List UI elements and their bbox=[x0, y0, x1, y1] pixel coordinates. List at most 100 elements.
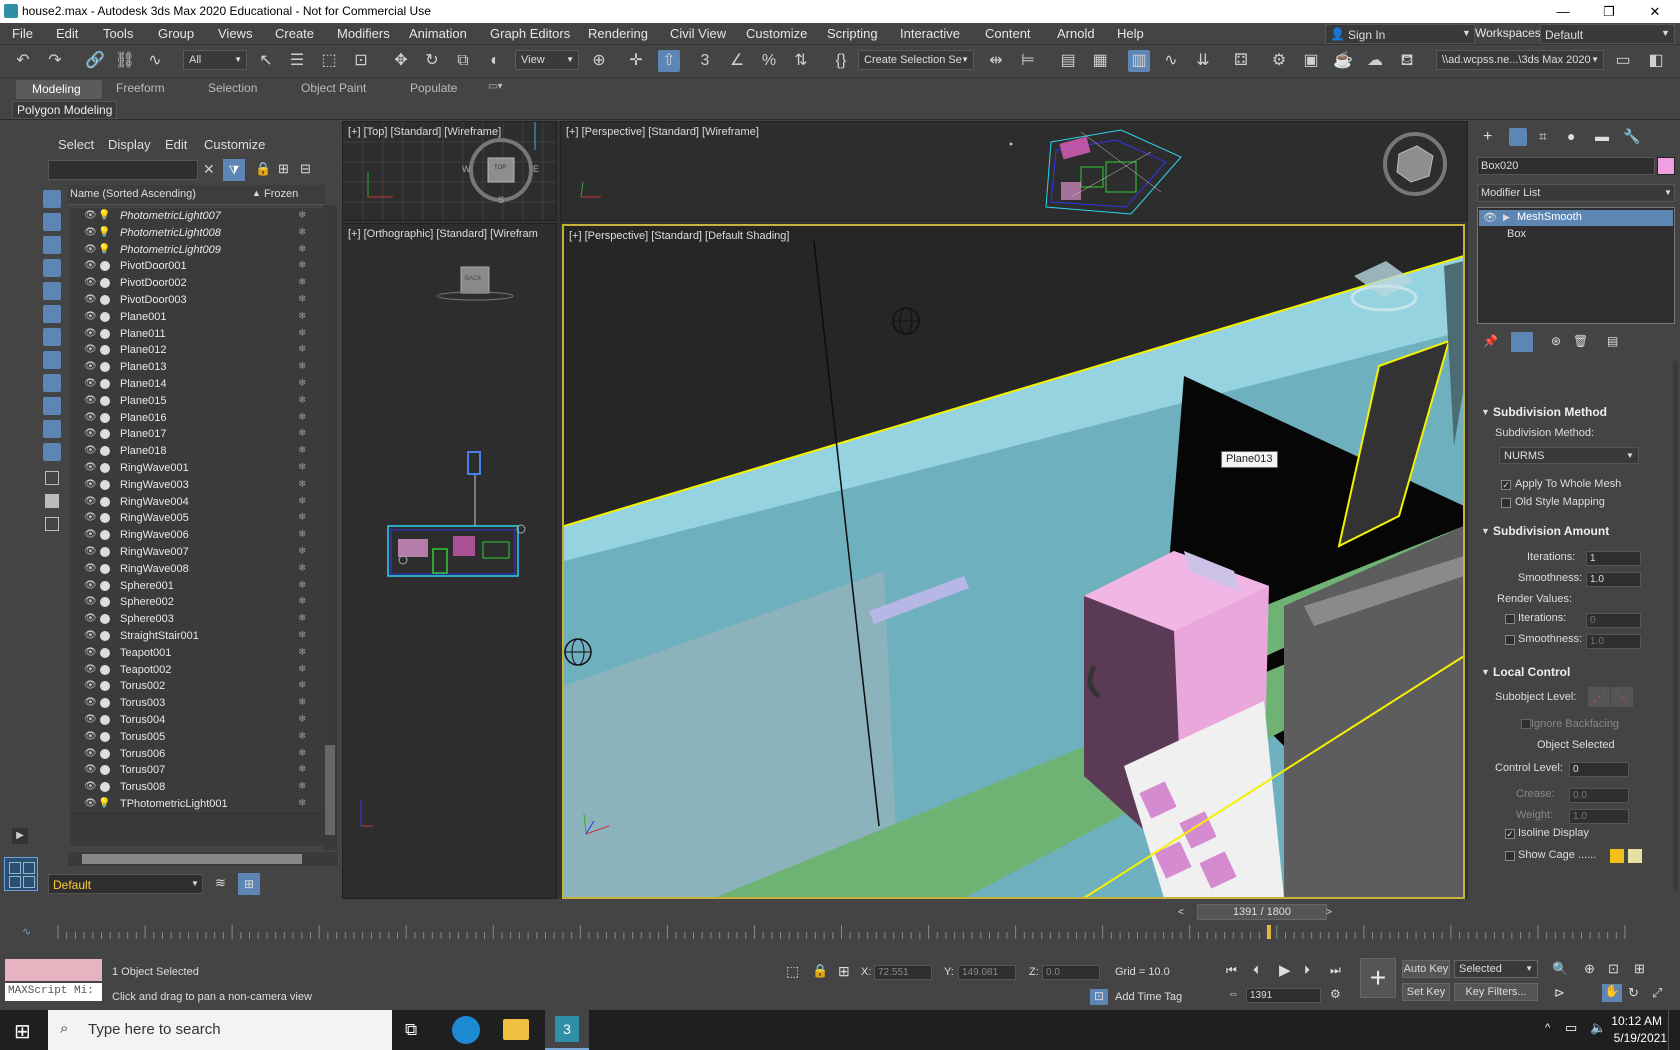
eye-icon[interactable]: 👁 bbox=[84, 328, 97, 339]
layer-sort-icon[interactable]: ⊟ bbox=[300, 161, 311, 177]
menu-group[interactable]: Group bbox=[158, 26, 194, 41]
scene-list-row[interactable]: 👁 💡 PhotometricLight007 ❄ bbox=[70, 208, 325, 226]
display-hidden-icon[interactable] bbox=[43, 443, 61, 461]
freeze-icon[interactable]: ❄ bbox=[298, 361, 306, 372]
select-all-icon[interactable] bbox=[45, 494, 59, 508]
rollout-subdivision-method[interactable]: Subdivision Method bbox=[1493, 405, 1607, 419]
eye-icon[interactable]: 👁 bbox=[84, 631, 97, 641]
menu-graph-editors[interactable]: Graph Editors bbox=[490, 26, 570, 41]
show-end-result-icon[interactable] bbox=[1511, 332, 1533, 352]
scene-list-row[interactable]: 👁 RingWave004 ❄ bbox=[70, 493, 325, 512]
move-icon[interactable]: ✥ bbox=[390, 50, 412, 72]
scene-explorer-icon[interactable]: ▤ bbox=[1057, 50, 1079, 72]
minimize-button[interactable]: — bbox=[1540, 0, 1586, 23]
eye-icon[interactable]: 👁 bbox=[84, 429, 97, 439]
placement-icon[interactable]: ◐ bbox=[484, 50, 506, 72]
time-slider-thumb[interactable]: 1391 / 1800 bbox=[1197, 904, 1327, 920]
scene-list-row[interactable]: 👁 RingWave007 ❄ bbox=[70, 544, 325, 562]
freeze-icon[interactable]: ❄ bbox=[298, 294, 306, 305]
zoom-all-icon[interactable]: ⊕ bbox=[1584, 961, 1595, 977]
menu-civil-view[interactable]: Civil View bbox=[670, 26, 726, 41]
eye-icon[interactable]: 👁 bbox=[84, 227, 97, 238]
select-manipulate-icon[interactable]: ✛ bbox=[625, 50, 647, 72]
scene-list-row[interactable]: 👁 Plane015 ❄ bbox=[70, 392, 325, 411]
angle-snap-icon[interactable]: ∠ bbox=[726, 50, 748, 72]
y-coordinate-field[interactable]: 149.081 bbox=[958, 965, 1016, 980]
freeze-icon[interactable]: ❄ bbox=[298, 647, 306, 658]
scene-list-row[interactable]: 👁 StraightStair001 ❄ bbox=[70, 628, 325, 646]
render-setup-icon[interactable]: ⚙ bbox=[1268, 50, 1290, 72]
scene-list-row[interactable]: 👁 Torus005 ❄ bbox=[70, 728, 325, 747]
curve-editor-icon[interactable]: ∿ bbox=[1160, 50, 1182, 72]
scene-list-row[interactable]: 👁 💡 PhotometricLight008 ❄ bbox=[70, 224, 325, 243]
geometry-filter-icon[interactable] bbox=[43, 190, 61, 208]
eye-icon[interactable]: 👁 bbox=[84, 614, 97, 624]
hierarchy-icon[interactable]: ⊞ bbox=[278, 161, 289, 177]
crease-spinner[interactable]: 0.0 bbox=[1569, 788, 1629, 803]
rendered-frame-window-icon[interactable]: ▣ bbox=[1300, 50, 1322, 72]
scene-list-row[interactable]: 👁 Plane011 ❄ bbox=[70, 325, 325, 344]
scene-list-row[interactable]: 👁 Teapot001 ❄ bbox=[70, 644, 325, 663]
freeze-icon[interactable]: ❄ bbox=[298, 680, 306, 691]
cameras-filter-icon[interactable] bbox=[43, 259, 61, 277]
render-iterations-checkbox[interactable] bbox=[1505, 614, 1515, 624]
selection-lock-icon[interactable]: 🔒 bbox=[812, 963, 828, 979]
render-smoothness-spinner[interactable]: 1.0 bbox=[1586, 634, 1641, 649]
xrefs-filter-icon[interactable] bbox=[43, 351, 61, 369]
eye-icon[interactable]: 👁 bbox=[84, 765, 97, 775]
eye-icon[interactable]: 👁 bbox=[84, 748, 97, 759]
render-production-icon[interactable]: ☕ bbox=[1332, 50, 1354, 72]
file-explorer-icon[interactable] bbox=[503, 1019, 529, 1040]
mirror-icon[interactable]: ⇹ bbox=[985, 50, 1007, 72]
eye-icon[interactable]: 👁 bbox=[84, 379, 97, 389]
toggle-ribbon-icon[interactable]: ▥ bbox=[1128, 50, 1150, 72]
ignore-backfacing-checkbox[interactable] bbox=[1521, 719, 1531, 729]
viewport-top-label[interactable]: [+] [Top] [Standard] [Wireframe] bbox=[348, 126, 501, 138]
particles-filter-icon[interactable] bbox=[43, 420, 61, 438]
scene-list-row[interactable]: 👁 Sphere002 ❄ bbox=[70, 594, 325, 613]
rectangular-selection-icon[interactable]: ⬚ bbox=[318, 50, 340, 72]
key-mode-toggle-icon[interactable]: ⇔ bbox=[1228, 988, 1239, 1000]
select-none-icon[interactable] bbox=[45, 517, 59, 531]
rotate-icon[interactable]: ↻ bbox=[421, 50, 443, 72]
sign-in-dropdown[interactable]: 👤 Sign In ▼ bbox=[1325, 24, 1475, 44]
freeze-icon[interactable]: ❄ bbox=[298, 260, 306, 271]
eye-icon[interactable]: 👁 bbox=[84, 563, 97, 574]
select-by-name-icon[interactable]: ☰ bbox=[286, 50, 308, 72]
go-to-end-icon[interactable]: ⏭ bbox=[1330, 963, 1341, 978]
schematic-view-icon[interactable]: ⇊ bbox=[1192, 50, 1214, 72]
scene-list-row[interactable]: 👁 Torus004 ❄ bbox=[70, 712, 325, 730]
eye-icon[interactable]: 👁 bbox=[1483, 211, 1497, 224]
scene-menu-customize[interactable]: Customize bbox=[204, 137, 265, 152]
maximize-viewport-icon[interactable]: ⤢ bbox=[1652, 985, 1662, 1001]
rollout-local-control[interactable]: Local Control bbox=[1493, 665, 1570, 679]
scene-list-row[interactable]: 👁 Plane014 ❄ bbox=[70, 376, 325, 394]
field-of-view-icon[interactable]: ⊳ bbox=[1554, 985, 1565, 1001]
isoline-display-checkbox[interactable]: ✓ bbox=[1505, 829, 1515, 839]
freeze-icon[interactable]: ❄ bbox=[298, 479, 306, 490]
freeze-icon[interactable]: ❄ bbox=[298, 697, 306, 708]
bone-filter-icon[interactable] bbox=[43, 374, 61, 392]
link-icon[interactable]: 🔗 bbox=[84, 50, 106, 72]
object-color-swatch[interactable] bbox=[1657, 157, 1675, 175]
apply-whole-mesh-checkbox[interactable]: ✓ bbox=[1501, 480, 1511, 490]
layer-explorer-icon[interactable]: ▦ bbox=[1089, 50, 1111, 72]
menu-scripting[interactable]: Scripting bbox=[827, 26, 878, 41]
object-name-input[interactable]: Box020 bbox=[1477, 157, 1655, 175]
percent-snap-icon[interactable]: % bbox=[758, 50, 780, 72]
cage-color-swatch-2[interactable] bbox=[1628, 849, 1642, 863]
menu-create[interactable]: Create bbox=[275, 26, 314, 41]
eye-icon[interactable]: 👁 bbox=[84, 647, 97, 658]
close-button[interactable]: ✕ bbox=[1632, 0, 1678, 23]
add-time-tag[interactable]: Add Time Tag bbox=[1115, 991, 1182, 1003]
freeze-icon[interactable]: ❄ bbox=[298, 395, 306, 406]
scene-menu-display[interactable]: Display bbox=[108, 137, 151, 152]
zoom-extents-icon[interactable]: ⊡ bbox=[1608, 961, 1619, 977]
eye-icon[interactable]: 👁 bbox=[84, 311, 97, 322]
collapse-icon[interactable]: ▼ bbox=[1481, 526, 1490, 536]
maximize-button[interactable]: ❐ bbox=[1586, 0, 1632, 23]
menu-edit[interactable]: Edit bbox=[56, 26, 78, 41]
scene-list-row[interactable]: 👁 Torus008 ❄ bbox=[70, 779, 325, 798]
freeze-icon[interactable]: ❄ bbox=[298, 714, 306, 725]
scene-list-row[interactable]: 👁 Sphere003 ❄ bbox=[70, 611, 325, 630]
